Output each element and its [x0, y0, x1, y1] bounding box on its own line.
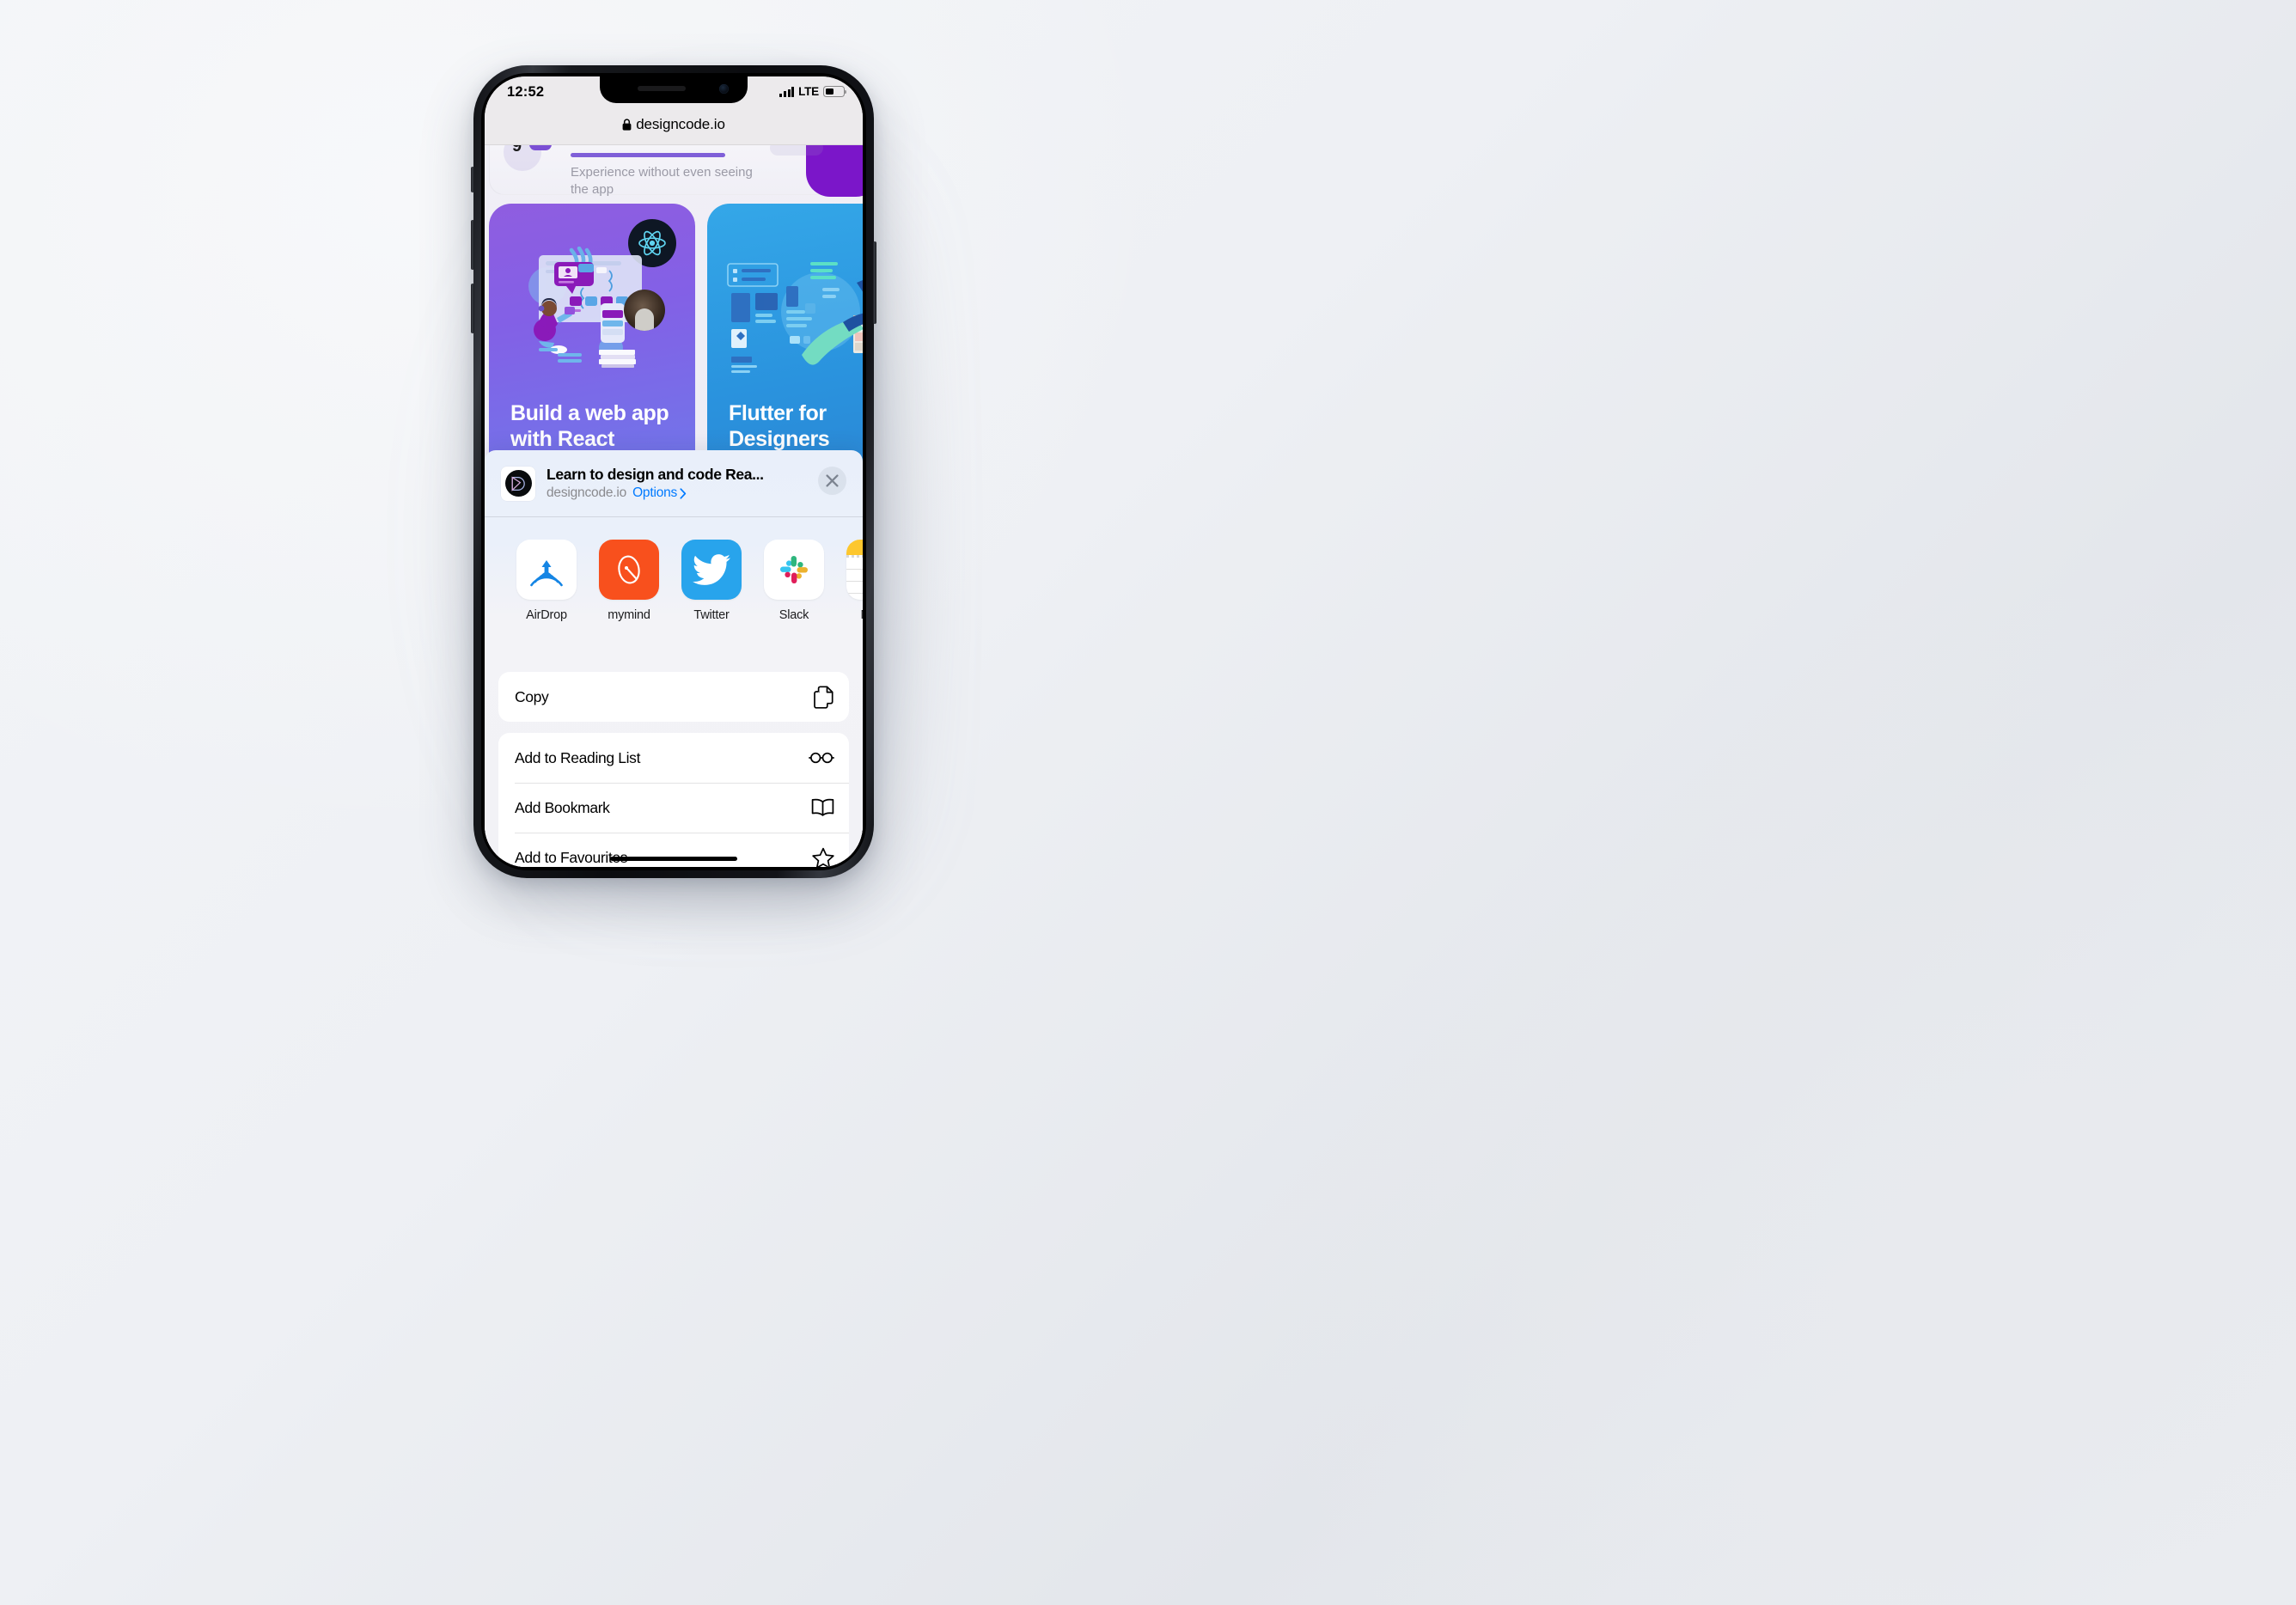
- iphone-device: 9 Experience without even seeing the app: [422, 65, 925, 916]
- teaser-underline: [571, 153, 725, 157]
- course-card-title: Build a web app with React: [510, 401, 669, 451]
- action-group-clipboard: Copy: [498, 672, 849, 722]
- illustration-flutter: [727, 262, 863, 373]
- action-label: Add to Reading List: [515, 748, 641, 766]
- signal-bars-icon: [779, 87, 795, 97]
- teaser-card[interactable]: 9 Experience without even seeing the app: [489, 145, 863, 197]
- share-sheet-meta: Learn to design and code Rea... designco…: [547, 466, 863, 501]
- share-app-airdrop[interactable]: AirDrop: [505, 540, 588, 660]
- glasses-icon: [809, 751, 834, 765]
- share-options-label: Options: [632, 485, 678, 500]
- share-app-label: Slack: [779, 608, 809, 622]
- status-time: 12:52: [507, 84, 545, 100]
- site-favicon: [501, 466, 535, 501]
- mymind-icon: [599, 540, 659, 600]
- chevron-right-icon: [680, 487, 687, 499]
- share-sheet-domain: designcode.io: [547, 485, 627, 500]
- action-group-bookmarks: Add to Reading List Add Bookmark Add to …: [498, 733, 849, 867]
- device-screen: 9 Experience without even seeing the app: [485, 76, 863, 867]
- action-row-add-bookmark[interactable]: Add Bookmark: [498, 783, 849, 833]
- decorative-pill: [770, 145, 823, 156]
- close-button[interactable]: [818, 467, 846, 495]
- share-apps-row[interactable]: AirDrop mymind Twitter Slack: [485, 517, 863, 660]
- address-bar[interactable]: designcode.io: [485, 116, 863, 133]
- teaser-text: Experience without even seeing the app: [571, 165, 753, 198]
- instructor-avatar: [624, 290, 665, 331]
- volume-down-button[interactable]: [471, 284, 474, 333]
- share-app-slack[interactable]: Slack: [753, 540, 835, 660]
- earpiece-speaker: [638, 86, 686, 91]
- share-app-notes[interactable]: Notes: [835, 540, 863, 660]
- share-app-label: Notes: [861, 608, 863, 622]
- book-icon: [811, 798, 834, 817]
- notes-rule: [846, 569, 863, 571]
- share-options-button[interactable]: Options: [632, 485, 687, 501]
- share-sheet-title: Learn to design and code Rea...: [547, 466, 764, 483]
- decorative-badge: [529, 145, 552, 150]
- course-card-react[interactable]: Build a web app with React: [489, 204, 695, 487]
- notes-icon: [846, 540, 863, 600]
- airdrop-icon: [516, 540, 577, 600]
- url-text: designcode.io: [636, 116, 725, 132]
- battery-fill: [825, 88, 834, 95]
- lock-icon: [622, 119, 632, 131]
- action-row-copy[interactable]: Copy: [498, 672, 849, 722]
- notes-rule: [846, 593, 863, 595]
- share-sheet-subtitle: designcode.io Options: [547, 485, 863, 501]
- volume-up-button[interactable]: [471, 220, 474, 270]
- teaser-number: 9: [512, 145, 522, 156]
- twitter-icon: [681, 540, 742, 600]
- action-row-add-favourites[interactable]: Add to Favourites: [498, 833, 849, 867]
- power-button[interactable]: [873, 241, 876, 324]
- action-label: Add Bookmark: [515, 798, 610, 816]
- star-icon: [812, 847, 834, 867]
- share-app-label: AirDrop: [526, 608, 567, 622]
- share-app-twitter[interactable]: Twitter: [670, 540, 753, 660]
- silent-switch-button[interactable]: [471, 167, 474, 192]
- share-app-label: mymind: [608, 608, 650, 622]
- status-indicators: LTE: [779, 85, 847, 98]
- network-type-label: LTE: [798, 85, 819, 98]
- battery-icon: [823, 86, 847, 97]
- close-icon: [826, 474, 839, 487]
- designcode-logo-icon: [504, 470, 532, 497]
- home-indicator[interactable]: [610, 856, 737, 861]
- share-sheet-header[interactable]: Learn to design and code Rea... designco…: [485, 450, 863, 517]
- action-label: Copy: [515, 687, 549, 705]
- copy-icon: [813, 685, 834, 709]
- share-app-label: Twitter: [693, 608, 730, 622]
- share-actions: Copy Add to Reading List Add Bookmark Ad…: [485, 660, 863, 867]
- share-app-mymind[interactable]: mymind: [588, 540, 670, 660]
- status-bar: 12:52 LTE: [485, 76, 863, 118]
- slack-icon: [764, 540, 824, 600]
- course-card-flutter[interactable]: Flutter for Designers: [707, 204, 863, 487]
- notes-header-band: [846, 540, 863, 555]
- notes-rule: [846, 581, 863, 583]
- action-row-reading-list[interactable]: Add to Reading List: [498, 733, 849, 783]
- front-camera-icon: [719, 84, 729, 94]
- share-sheet: Learn to design and code Rea... designco…: [485, 450, 863, 867]
- notes-perforation: [846, 555, 863, 558]
- notch: [600, 76, 748, 103]
- course-card-title: Flutter for Designers: [729, 401, 830, 451]
